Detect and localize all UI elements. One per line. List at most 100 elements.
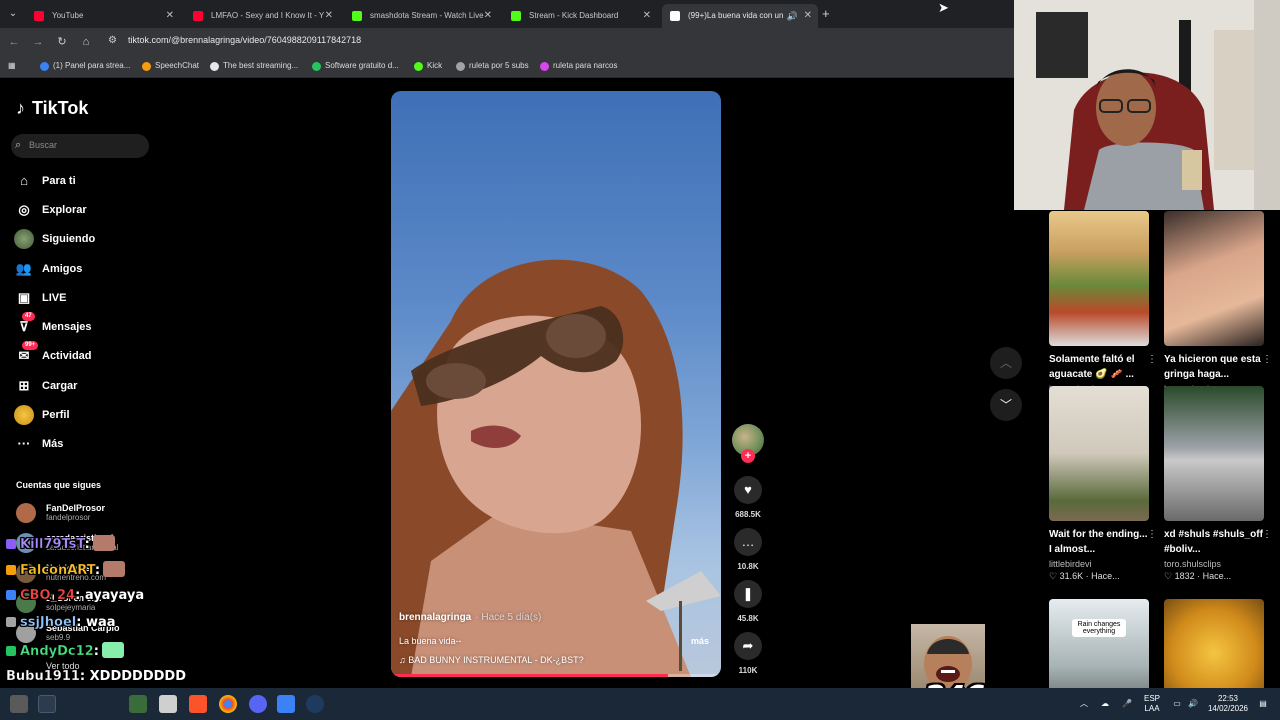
video-description: La buena vida--	[399, 636, 462, 646]
browser-tab[interactable]: (99+)La buena vida con un 🔊 ✕	[662, 4, 818, 28]
bookmark-item[interactable]: Software gratuito d...	[312, 61, 399, 71]
related-video-user[interactable]: toro.shulsclips	[1164, 559, 1264, 569]
more-options-icon[interactable]: ⋮	[1262, 529, 1272, 540]
bookmark-item[interactable]: Kick	[414, 61, 443, 71]
heart-icon[interactable]: ♥	[734, 476, 762, 504]
home-icon[interactable]: ⌂	[78, 34, 94, 50]
bookmark-favicon-icon	[414, 62, 423, 71]
related-video-thumbnail[interactable]	[1049, 211, 1149, 346]
follow-plus-icon[interactable]: +	[741, 449, 755, 463]
tab-close-icon[interactable]: ✕	[166, 4, 174, 28]
account-name: FanDelProsor	[46, 503, 106, 513]
video-player[interactable]: brennalagringa · Hace 5 día(s) La buena v…	[391, 91, 721, 677]
chat-badge-icon	[6, 646, 16, 656]
chat-emote-icon	[92, 535, 115, 551]
tray-mic-icon[interactable]: 🎤	[1120, 688, 1134, 720]
tiktok-logo[interactable]: ♪ TikTok	[16, 98, 88, 119]
bookmark-item[interactable]: The best streaming...	[210, 61, 298, 71]
chrome-icon[interactable]	[219, 695, 237, 713]
tray-cloud-icon[interactable]: ☁	[1098, 688, 1112, 720]
search-icon: ⌕	[15, 139, 22, 151]
video-frame-person	[391, 259, 721, 677]
chat-username: Kill79TsT	[20, 537, 85, 552]
chat-username: CBO_24	[20, 588, 76, 603]
notification-badge: 47	[22, 312, 35, 321]
related-video-thumbnail[interactable]	[1164, 211, 1264, 346]
taskbar-app-icon[interactable]	[159, 695, 177, 713]
tab-audio-speaker-icon[interactable]: 🔊	[787, 4, 798, 28]
video-progress-bar[interactable]	[391, 674, 721, 677]
related-video-card[interactable]: Ya hicieron que esta gringa haga...brenn…	[1164, 211, 1272, 407]
tab-close-icon[interactable]: ✕	[325, 4, 333, 28]
browser-tab[interactable]: YouTube ✕	[26, 4, 180, 28]
previous-video-chevron-up-icon[interactable]: ︿	[990, 347, 1022, 379]
reload-icon[interactable]: ↻	[54, 34, 70, 50]
related-video-card[interactable]: Wait for the ending... I almost... little…	[1049, 386, 1157, 582]
chat-emote-icon	[101, 642, 124, 658]
bookmark-item[interactable]: ruleta por 5 subs	[456, 61, 529, 71]
more-options-icon[interactable]: ⋮	[1262, 354, 1272, 365]
like-action[interactable]: ♥ 688.5K	[733, 476, 763, 519]
browser-tab[interactable]: smashdota Stream - Watch Live ✕	[344, 4, 498, 28]
bookmark-item[interactable]: SpeechChat	[142, 61, 199, 71]
tab-close-icon[interactable]: ✕	[804, 4, 812, 28]
more-options-icon[interactable]: ⋮	[1147, 529, 1157, 540]
taskbar-clock[interactable]: 22:53 14/02/2026	[1204, 688, 1252, 720]
tab-title: YouTube	[52, 11, 84, 20]
more-options-icon[interactable]: ⋮	[1147, 354, 1157, 365]
related-video-card[interactable]: xd #shuls #shuls_off #boliv... toro.shuls…	[1164, 386, 1272, 582]
tab-search-chevron-icon[interactable]: ⌄	[4, 5, 22, 23]
apps-grid-icon[interactable]: ▦	[8, 61, 16, 70]
new-tab-plus-icon[interactable]: +	[822, 6, 830, 21]
related-video-user[interactable]: littlebirdevi	[1049, 559, 1149, 569]
tray-network-icon[interactable]: ▭	[1170, 688, 1184, 720]
next-video-chevron-down-icon[interactable]: ﹀	[990, 389, 1022, 421]
tray-chevron-up-icon[interactable]: ︿	[1078, 688, 1090, 720]
forward-arrow-icon[interactable]: →	[30, 34, 46, 50]
mouse-cursor-icon: ➤	[938, 0, 949, 15]
brave-browser-icon[interactable]	[189, 695, 207, 713]
bookmark-item[interactable]: (1) Panel para strea...	[40, 61, 130, 71]
share-icon[interactable]: ➦	[734, 632, 762, 660]
discord-icon[interactable]	[249, 695, 267, 713]
notifications-icon[interactable]: ▤	[1256, 688, 1270, 720]
tab-title: LMFAO - Sexy and I Know It - Y	[211, 11, 325, 20]
browser-toolbar: ← → ↻ ⌂ ⚙ tiktok.com/@brennalagringa/vid…	[0, 28, 1014, 56]
related-video-thumbnail[interactable]	[1049, 386, 1149, 521]
related-video-thumbnail[interactable]	[1164, 386, 1264, 521]
vscode-icon[interactable]	[277, 695, 295, 713]
nav-label: Para ti	[42, 175, 76, 187]
comment-action[interactable]: … 10.8K	[733, 528, 763, 571]
taskbar-app-icon[interactable]	[10, 695, 28, 713]
share-action[interactable]: ➦ 110K	[733, 632, 763, 675]
browser-tab[interactable]: Stream - Kick Dashboard ✕	[503, 4, 657, 28]
bookmark-favicon-icon	[40, 62, 49, 71]
bookmark-favicon-icon	[142, 62, 151, 71]
video-author[interactable]: brennalagringa · Hace 5 día(s)	[399, 612, 541, 623]
tab-close-icon[interactable]: ✕	[643, 4, 651, 28]
nav-label: Amigos	[42, 263, 83, 275]
windows-taskbar: ︿ ☁ 🎤 ESP LAA ▭ 🔊 22:53 14/02/2026 ▤	[0, 688, 1280, 720]
back-arrow-icon[interactable]: ←	[6, 34, 22, 50]
bookmark-icon[interactable]: ❚	[734, 580, 762, 608]
more-link[interactable]: más	[691, 636, 709, 646]
steam-icon[interactable]	[306, 695, 324, 713]
chat-message: CBO_24: ayayaya	[6, 588, 144, 606]
taskbar-app-icon[interactable]	[129, 695, 147, 713]
search-input[interactable]: ⌕ Buscar	[11, 134, 149, 158]
tab-close-icon[interactable]: ✕	[484, 4, 492, 28]
browser-tab[interactable]: LMFAO - Sexy and I Know It - Y ✕	[185, 4, 339, 28]
site-settings-icon[interactable]: ⚙	[108, 35, 117, 46]
bookmark-item[interactable]: ruleta para narcos	[540, 61, 617, 71]
related-video-card[interactable]: Solamente faltó el aguacate 🥑 🥓 ...brenn…	[1049, 211, 1157, 407]
comment-icon[interactable]: …	[734, 528, 762, 556]
input-language-indicator[interactable]: ESP LAA	[1140, 688, 1164, 720]
save-action[interactable]: ❚ 45.8K	[733, 580, 763, 623]
video-music[interactable]: ♫ BAD BUNNY INSTRUMENTAL - DK-¿BST?	[399, 655, 584, 665]
account-handle: seb9.9	[46, 633, 71, 642]
tray-volume-icon[interactable]: 🔊	[1186, 688, 1200, 720]
following-accounts-heading: Cuentas que sigues	[16, 480, 102, 490]
address-bar[interactable]: tiktok.com/@brennalagringa/video/7604988…	[128, 35, 361, 45]
task-view-icon[interactable]	[38, 695, 56, 713]
bookmark-label: Kick	[427, 61, 443, 70]
